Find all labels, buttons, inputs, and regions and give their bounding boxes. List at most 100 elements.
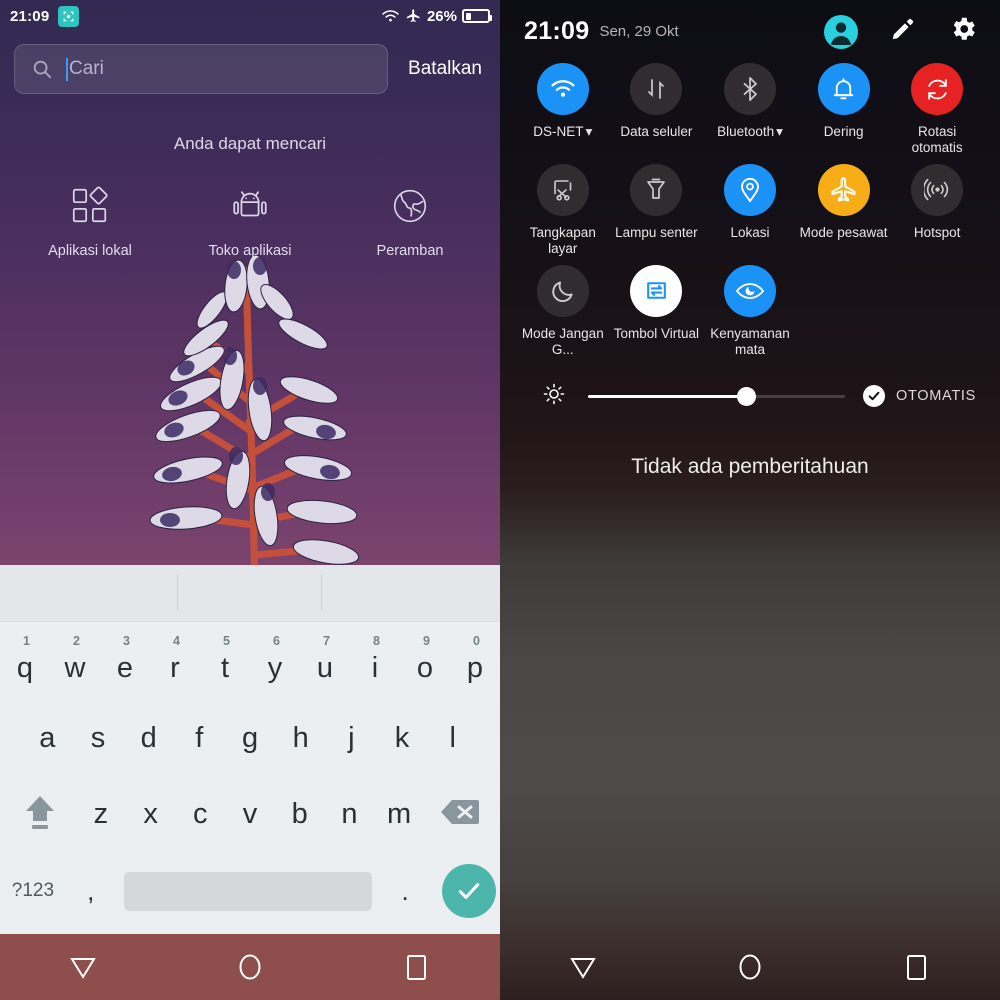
- key-q[interactable]: 1q: [0, 624, 50, 700]
- tile-row-3: Mode Jangan G... Tombol Virtual Kenyaman…: [516, 264, 984, 358]
- slider-knob[interactable]: [737, 386, 757, 406]
- key-i[interactable]: 8i: [350, 624, 400, 700]
- key-b[interactable]: b: [275, 776, 325, 852]
- key-o[interactable]: 9o: [400, 624, 450, 700]
- comma-key[interactable]: ,: [62, 876, 120, 907]
- screenshot-root: 21:09 26% Cari Batalkan Anda dapat menca…: [0, 0, 1000, 1000]
- right-quick-settings-panel: 21:09 Sen, 29 Okt DS-NET ▾ Data seluler …: [500, 0, 1000, 1000]
- auto-brightness-label: OTOMATIS: [896, 388, 976, 405]
- tile-lampu-senter[interactable]: Lampu senter: [610, 163, 704, 257]
- tile-rotasi-otomatis[interactable]: Rotasi otomatis: [890, 63, 984, 156]
- edit-pencil-icon[interactable]: [890, 16, 916, 47]
- key-v[interactable]: v: [225, 776, 275, 852]
- backspace-key[interactable]: [424, 776, 496, 852]
- search-input[interactable]: Cari: [14, 44, 389, 94]
- key-n[interactable]: n: [325, 776, 375, 852]
- key-label: m: [387, 797, 412, 830]
- brightness-slider[interactable]: [588, 386, 846, 406]
- key-z[interactable]: z: [76, 776, 126, 852]
- key-j[interactable]: j: [326, 700, 377, 776]
- chevron-down-icon[interactable]: ▾: [586, 124, 593, 140]
- key-a[interactable]: a: [22, 700, 73, 776]
- suggestion-bar[interactable]: [0, 565, 500, 622]
- key-label: y: [267, 651, 283, 684]
- hint-item-browser[interactable]: Peramban: [350, 184, 470, 259]
- key-label: .: [401, 875, 409, 906]
- user-avatar-icon[interactable]: [824, 14, 858, 49]
- screenshot-icon[interactable]: [58, 5, 80, 27]
- recents-square-icon: [407, 954, 427, 980]
- location-pin-icon: [741, 177, 759, 203]
- back-button[interactable]: [0, 956, 167, 979]
- cancel-button[interactable]: Batalkan: [404, 54, 486, 84]
- left-phone-panel: 21:09 26% Cari Batalkan Anda dapat menca…: [0, 0, 500, 1000]
- home-button[interactable]: [667, 953, 834, 981]
- key-label: i: [371, 651, 379, 684]
- tile-row-2: Tangkapan layar Lampu senter Lokasi Mode…: [516, 163, 984, 257]
- home-button[interactable]: [167, 953, 334, 981]
- key-label: h: [292, 721, 309, 754]
- enter-key[interactable]: [442, 864, 497, 918]
- tile-icon-wrap: [630, 163, 683, 216]
- key-label: j: [348, 721, 355, 754]
- tile-mode-pesawat[interactable]: Mode pesawat: [797, 163, 891, 257]
- tile-tombol-virtual[interactable]: Tombol Virtual: [610, 264, 704, 358]
- tile-lokasi[interactable]: Lokasi: [703, 163, 797, 257]
- left-status-bar: 21:09 26%: [0, 0, 500, 32]
- key-label: g: [241, 721, 259, 754]
- key-u[interactable]: 7u: [300, 624, 350, 700]
- tile-dering[interactable]: Dering: [797, 63, 891, 156]
- app-store-android-icon: [190, 184, 310, 228]
- browser-globe-icon: [350, 184, 470, 228]
- hint-item-app-store[interactable]: Toko aplikasi: [190, 184, 310, 259]
- tile-label: Bluetooth ▾: [717, 124, 783, 140]
- key-label: o: [416, 651, 434, 684]
- key-r[interactable]: 4r: [150, 624, 200, 700]
- key-s[interactable]: s: [73, 700, 124, 776]
- on-screen-keyboard: 1q 2w 3e 4r 5t 6y 7u 8i 9o 0p a s d f g: [0, 565, 500, 934]
- key-f[interactable]: f: [174, 700, 225, 776]
- gear-icon[interactable]: [948, 14, 978, 49]
- key-c[interactable]: c: [175, 776, 225, 852]
- key-p[interactable]: 0p: [450, 624, 500, 700]
- tile-mode-jangan-ganggu[interactable]: Mode Jangan G...: [516, 264, 610, 358]
- shift-key[interactable]: [4, 776, 76, 852]
- tile-icon-wrap: [630, 264, 683, 317]
- local-apps-icon: [30, 184, 150, 228]
- key-label: c: [193, 797, 208, 830]
- key-x[interactable]: x: [126, 776, 176, 852]
- space-key[interactable]: [123, 871, 373, 911]
- recents-button[interactable]: [333, 954, 500, 981]
- key-w[interactable]: 2w: [50, 624, 100, 700]
- period-key[interactable]: .: [376, 876, 434, 907]
- tile-tangkapan-layar[interactable]: Tangkapan layar: [516, 163, 610, 257]
- key-y[interactable]: 6y: [250, 624, 300, 700]
- key-h[interactable]: h: [275, 700, 326, 776]
- tile-hotspot[interactable]: Hotspot: [890, 163, 984, 257]
- tile-ds-net[interactable]: DS-NET ▾: [516, 63, 610, 156]
- tile-label: Tombol Virtual: [613, 325, 700, 341]
- chevron-down-icon[interactable]: ▾: [776, 124, 783, 140]
- recents-button[interactable]: [833, 954, 1000, 981]
- tile-data-seluler[interactable]: Data seluler: [610, 63, 704, 156]
- key-num: 9: [423, 634, 430, 648]
- key-k[interactable]: k: [377, 700, 428, 776]
- tile-kenyamanan-mata[interactable]: Kenyamanan mata: [703, 264, 797, 358]
- check-icon: [863, 385, 886, 408]
- key-e[interactable]: 3e: [100, 624, 150, 700]
- symbols-key[interactable]: ?123: [4, 880, 62, 902]
- key-t[interactable]: 5t: [200, 624, 250, 700]
- key-m[interactable]: m: [374, 776, 424, 852]
- key-label: l: [449, 721, 456, 754]
- airplane-mode-icon: [406, 9, 420, 22]
- tile-bluetooth[interactable]: Bluetooth ▾: [703, 63, 797, 156]
- key-l[interactable]: l: [427, 700, 478, 776]
- back-button[interactable]: [500, 956, 667, 979]
- key-g[interactable]: g: [225, 700, 276, 776]
- hotspot-icon: [923, 179, 948, 201]
- auto-brightness-toggle[interactable]: OTOMATIS: [863, 385, 976, 408]
- hint-item-local-apps[interactable]: Aplikasi lokal: [30, 184, 150, 259]
- tile-label: Lokasi: [730, 224, 770, 240]
- tile-icon-wrap: [817, 63, 870, 115]
- key-d[interactable]: d: [123, 700, 174, 776]
